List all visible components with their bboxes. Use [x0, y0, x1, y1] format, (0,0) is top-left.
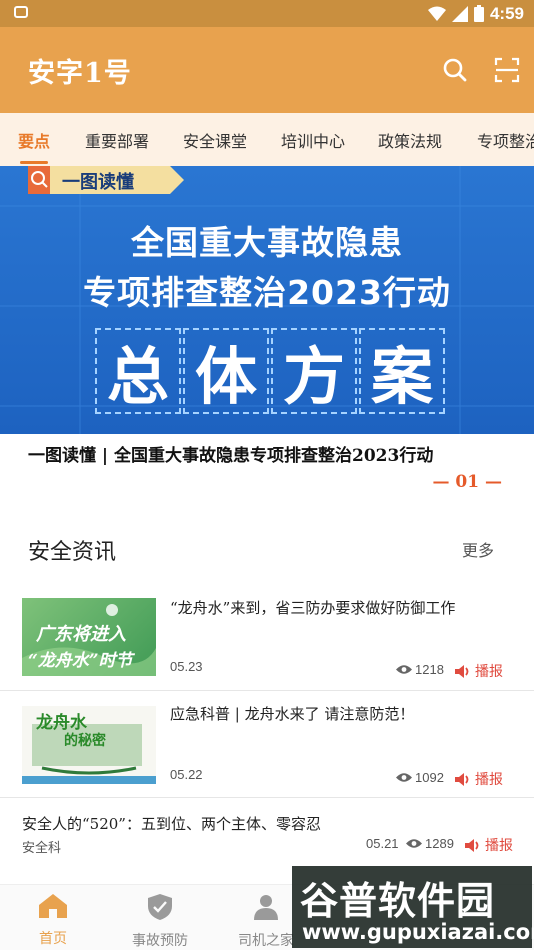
broadcast-label: 播报: [475, 771, 503, 787]
view-count-value: 1218: [415, 662, 444, 677]
pager-dash-right: —: [479, 472, 502, 492]
category-tabs: 要点 重要部署 安全课堂 培训中心 政策法规 专项整治: [0, 113, 534, 166]
watermark-title: 谷普软件园: [300, 879, 496, 923]
carousel-pager: — 01 —: [432, 472, 502, 492]
active-tab-indicator: [20, 161, 48, 164]
person-icon: [254, 895, 278, 920]
view-count-value: 1092: [415, 770, 444, 785]
view-count: 1092: [396, 770, 444, 785]
tab-anquan-ketang[interactable]: 安全课堂: [183, 128, 247, 152]
section-title: 安全资讯: [28, 540, 117, 565]
news-title: “龙舟水”来到，省三防办要求做好防御工作: [170, 599, 456, 617]
news-item[interactable]: 安全人的“520”：五到位、两个主体、零容忍 安全科 05.21 1289 播报: [0, 805, 534, 875]
tab-zhengce-fagui[interactable]: 政策法规: [378, 128, 442, 152]
scan-icon[interactable]: [492, 55, 522, 85]
more-link[interactable]: 更多: [462, 537, 494, 561]
notification-icon: [14, 6, 28, 18]
news-thumbnail: 广东将进入 “龙舟水”时节: [22, 598, 156, 676]
broadcast-button[interactable]: 播报: [465, 835, 513, 855]
broadcast-label: 播报: [475, 663, 503, 679]
carousel-caption[interactable]: 一图读懂 | 全国重大事故隐患专项排查整治2023行动: [28, 441, 433, 466]
banner-headline-2: 专项排查整治2023行动: [83, 273, 451, 312]
view-count: 1218: [396, 662, 444, 677]
view-count: 1289: [406, 836, 454, 851]
tab-zhongyao-bushu[interactable]: 重要部署: [85, 128, 149, 152]
tab-peixun-zhongxin[interactable]: 培训中心: [281, 128, 345, 152]
app-title: 安字1号: [28, 58, 132, 89]
news-title: 应急科普 | 龙舟水来了 请注意防范！: [170, 705, 415, 723]
shield-check-icon: [148, 894, 172, 920]
broadcast-button[interactable]: 播报: [455, 661, 503, 681]
news-date: 05.23: [170, 659, 203, 674]
signal-icon: [451, 5, 468, 22]
battery-icon: [473, 5, 484, 22]
banner-big-char: 方: [271, 328, 357, 414]
home-icon: [39, 894, 67, 918]
nav-home[interactable]: 首页: [13, 893, 93, 948]
watermark-url: www.gupuxiazai.com: [302, 920, 534, 944]
eye-icon: [396, 773, 412, 782]
broadcast-button[interactable]: 播报: [455, 769, 503, 789]
news-item[interactable]: 广东将进入 “龙舟水”时节 “龙舟水”来到，省三防办要求做好防御工作 05.23…: [0, 590, 534, 690]
status-bar: 4:59: [0, 0, 534, 27]
news-date: 05.22: [170, 767, 203, 782]
news-source: 安全科: [22, 840, 62, 855]
app-bar: 安字1号: [0, 27, 534, 113]
banner-tag: 一图读懂: [62, 172, 134, 193]
thumbnail-text-1: 广东将进入: [36, 624, 126, 645]
speaker-icon: [455, 772, 469, 786]
status-icons: 4:59: [427, 3, 524, 24]
news-title: 安全人的“520”：五到位、两个主体、零容忍: [22, 815, 321, 833]
watermark: 谷普软件园 www.gupuxiazai.com: [292, 866, 534, 948]
banner-headline-1: 全国重大事故隐患: [131, 223, 403, 262]
speaker-icon: [455, 664, 469, 678]
eye-icon: [406, 839, 422, 848]
search-icon[interactable]: [440, 55, 470, 85]
eye-icon: [396, 665, 412, 674]
banner-big-char: 案: [359, 328, 445, 414]
pager-number: 01: [455, 472, 480, 492]
view-count-value: 1289: [425, 836, 454, 851]
news-item[interactable]: 龙舟水 的秘密 应急科普 | 龙舟水来了 请注意防范！ 05.22 1092 播…: [0, 698, 534, 798]
nav-accident-prevention-label: 事故预防: [132, 933, 188, 949]
banner-big-text: 总 体 方 案: [95, 328, 447, 418]
speaker-icon: [465, 838, 479, 852]
banner-big-char: 总: [95, 328, 181, 414]
banner-big-char: 体: [183, 328, 269, 414]
clock: 4:59: [489, 3, 524, 23]
news-thumbnail: 龙舟水 的秘密: [22, 706, 156, 784]
wifi-icon: [427, 6, 446, 21]
pager-dash-left: —: [432, 472, 456, 492]
news-date: 05.21: [366, 836, 399, 851]
tab-yaodian[interactable]: 要点: [18, 128, 50, 152]
thumbnail-text-2: “龙舟水”时节: [28, 651, 133, 671]
carousel-banner[interactable]: 一图读懂 全国重大事故隐患 专项排查整治2023行动 总 体 方 案: [0, 166, 534, 434]
broadcast-label: 播报: [485, 837, 513, 853]
divider: [0, 797, 534, 798]
tab-zhuanxiang-zhengzhi[interactable]: 专项整治: [477, 128, 534, 152]
thumbnail-text-2: 的秘密: [64, 733, 106, 749]
nav-accident-prevention[interactable]: 事故预防: [120, 893, 200, 950]
nav-home-label: 首页: [39, 931, 67, 947]
divider: [0, 690, 534, 691]
